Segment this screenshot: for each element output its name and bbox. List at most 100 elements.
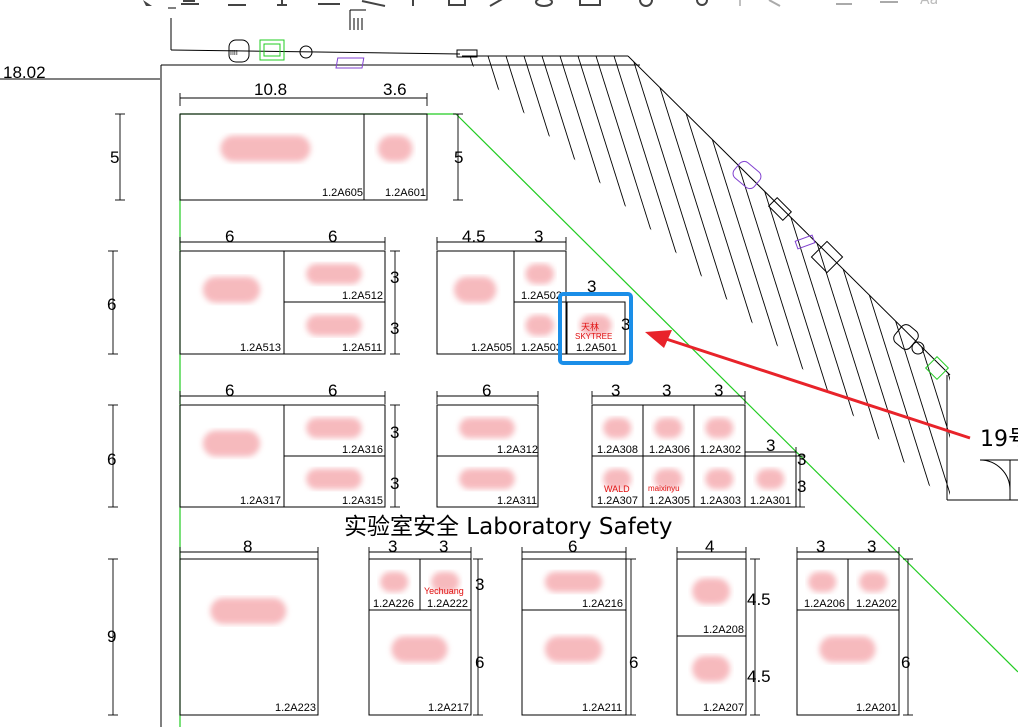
booth-a305: 1.2A305 xyxy=(642,455,695,508)
dim-3-r3g: 3 xyxy=(797,450,806,469)
exhibitor-maixinyu: maixinyu xyxy=(648,484,680,493)
zone-title: 实验室安全 Laboratory Safety xyxy=(344,514,672,540)
redacted-logo xyxy=(544,636,603,663)
booth-number: 1.2A512 xyxy=(342,290,383,302)
booth-a601: 1.2A601 xyxy=(363,113,428,201)
booth-a222: 1.2A222 xyxy=(419,558,472,611)
booth-number: 1.2A301 xyxy=(750,495,791,507)
booth-number: 1.2A308 xyxy=(597,444,638,456)
booth-a605: 1.2A605 xyxy=(179,113,365,201)
brush-icon[interactable] xyxy=(489,0,504,7)
booth-outline xyxy=(796,609,900,716)
booth-a306: 1.2A306 xyxy=(642,404,695,457)
booth-number: 1.2A502 xyxy=(521,290,562,302)
booth-a511: 1.2A511 xyxy=(283,301,386,355)
dim-6-b: 6 xyxy=(328,227,337,246)
booth-number: 1.2A211 xyxy=(582,702,622,714)
redacted-logo xyxy=(859,571,888,593)
booth-number: 1.2A307 xyxy=(597,495,638,507)
booth-a301: 1.2A301 xyxy=(744,455,797,508)
booth-number: 1.2A315 xyxy=(342,495,383,507)
dim-3-r3h: 3 xyxy=(797,477,806,496)
dim-4: 4 xyxy=(705,537,714,556)
dim-3-r3f: 3 xyxy=(390,474,399,493)
booth-a211: 1.2A211 xyxy=(521,609,627,716)
booth-outline xyxy=(521,609,627,716)
text-cursor-icon[interactable] xyxy=(277,0,287,6)
booth-a202: 1.2A202 xyxy=(847,558,900,611)
booth-number: 1.2A601 xyxy=(385,187,426,199)
booth-number: 1.2A208 xyxy=(703,624,744,636)
booth-number: 1.2A202 xyxy=(856,598,897,610)
dim-6-c: 6 xyxy=(225,381,234,400)
dim-3-d: 3 xyxy=(816,537,825,556)
dim-6-row3-left: 6 xyxy=(107,450,116,469)
toolbar: Aa xyxy=(143,0,938,8)
booth-a307: 1.2A307 xyxy=(591,455,644,508)
minus-icon[interactable] xyxy=(836,1,898,5)
dim-3-a: 3 xyxy=(534,227,543,246)
dim-3-r3c: 3 xyxy=(714,381,723,400)
dim-5-left: 5 xyxy=(110,148,119,167)
booth-number: 1.2A511 xyxy=(342,342,382,354)
font-size-icon[interactable]: Aa xyxy=(920,0,938,8)
exhibitor-yechuang: Yechuang xyxy=(424,586,464,596)
redacted-logo xyxy=(692,578,731,605)
booth-number: 1.2A217 xyxy=(428,702,469,714)
dim-6-a: 6 xyxy=(225,227,234,246)
redacted-logo xyxy=(306,263,362,285)
transform-icon[interactable] xyxy=(361,0,386,7)
redacted-logo xyxy=(525,315,555,336)
dim-4-5-a: 4.5 xyxy=(747,590,771,609)
dim-3-r3a: 3 xyxy=(611,381,620,400)
booth-number: 1.2A317 xyxy=(240,495,281,507)
redacted-logo xyxy=(808,571,837,593)
zone-boundary xyxy=(179,113,1018,727)
redacted-logo xyxy=(380,571,409,593)
booth-number: 1.2A222 xyxy=(427,598,468,610)
booth-number: 1.2A312 xyxy=(497,444,538,456)
booth-a512: 1.2A512 xyxy=(283,250,386,303)
print-icon[interactable] xyxy=(579,0,601,6)
booth-number: 1.2A201 xyxy=(856,702,897,714)
booth-a216: 1.2A216 xyxy=(521,558,627,611)
add-icon[interactable] xyxy=(639,0,653,7)
frame-icon[interactable] xyxy=(448,0,466,6)
booth-a302: 1.2A302 xyxy=(693,404,746,457)
redacted-logo xyxy=(377,135,413,162)
exhibitor-wald: WALD xyxy=(604,484,630,494)
redacted-logo xyxy=(202,276,261,303)
stamp-icon[interactable] xyxy=(535,0,553,7)
dim-3-6: 3.6 xyxy=(383,80,407,99)
dim-3-r2b: 3 xyxy=(390,319,399,338)
booth-layer: 1.2A605 1.2A601 1.2A513 1.2A512 1.2A511 1.2A5… xyxy=(108,93,913,716)
pointer-icon[interactable] xyxy=(143,0,152,6)
redacted-logo xyxy=(705,417,734,439)
dim-3-r4a: 3 xyxy=(475,575,484,594)
dim-6-e: 6 xyxy=(482,381,491,400)
tag-icon[interactable] xyxy=(768,0,781,7)
booth-number: 1.2A513 xyxy=(240,342,281,354)
booth-number: 1.2A605 xyxy=(322,187,363,199)
redacted-logo xyxy=(692,655,731,682)
redacted-logo xyxy=(544,571,603,593)
booth-a226: 1.2A226 xyxy=(368,558,421,611)
booth-a316: 1.2A316 xyxy=(283,404,386,457)
dim-4-5: 4.5 xyxy=(462,227,486,246)
booth-a201: 1.2A201 xyxy=(796,609,900,716)
dim-6-r4a: 6 xyxy=(475,653,484,672)
booth-a317: 1.2A317 xyxy=(179,404,285,508)
redacted-logo xyxy=(306,417,362,439)
pen-icon[interactable] xyxy=(181,0,199,5)
redacted-logo xyxy=(306,468,362,490)
dim-3-r3e: 3 xyxy=(390,423,399,442)
booth-number: 1.2A305 xyxy=(649,495,690,507)
redacted-logo xyxy=(391,636,448,663)
dim-6-d: 6 xyxy=(328,381,337,400)
redacted-logo xyxy=(525,263,555,285)
booth-outline xyxy=(179,558,319,716)
ring-icon[interactable] xyxy=(696,0,708,6)
redacted-logo xyxy=(306,315,362,336)
redacted-logo xyxy=(654,417,683,439)
redacted-logo xyxy=(453,276,497,303)
